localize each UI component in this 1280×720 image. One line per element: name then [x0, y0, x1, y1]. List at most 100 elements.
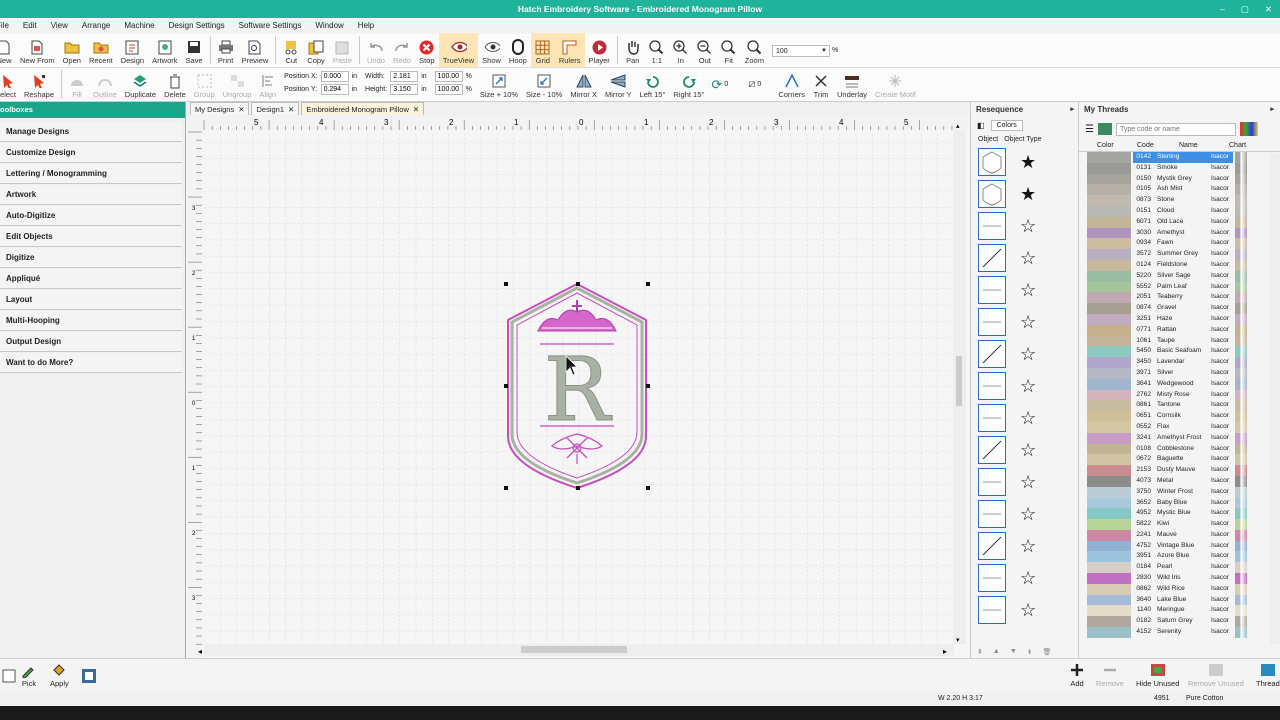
- size-minus-button[interactable]: Size - 10%: [522, 67, 566, 101]
- underlay-button[interactable]: Underlay: [833, 67, 871, 101]
- zoom-level-combo[interactable]: 100 ▼: [771, 44, 830, 57]
- hoop-button[interactable]: Hoop: [505, 33, 531, 67]
- menu-machine[interactable]: Machine: [124, 18, 154, 34]
- create-motif-button[interactable]: Create Motif: [871, 67, 920, 101]
- outline-button[interactable]: Outline: [89, 67, 121, 101]
- thread-row[interactable]: 0934 Fawn Isacor: [1079, 238, 1280, 250]
- tab-embroidered-monogram-pillow[interactable]: Embroidered Monogram Pillow ✕: [301, 102, 425, 115]
- toolbox-manage-designs[interactable]: Manage Designs: [0, 122, 182, 142]
- resequence-tool-icon[interactable]: ◧: [977, 121, 985, 130]
- thread-row[interactable]: 0552 Flax Isacor: [1079, 421, 1280, 433]
- show-button[interactable]: Show: [478, 33, 505, 67]
- thread-row[interactable]: 0108 Cobblestone Isacor: [1079, 443, 1280, 455]
- thread-row[interactable]: 5220 Silver Sage Isacor: [1079, 270, 1280, 282]
- column-code[interactable]: Code: [1131, 140, 1179, 151]
- zoom-in-button[interactable]: In: [669, 33, 693, 67]
- zoom-button[interactable]: Zoom: [741, 33, 768, 67]
- thread-row[interactable]: 2153 Dusty Mauve Isacor: [1079, 465, 1280, 476]
- add-thread-button[interactable]: Add: [1068, 661, 1086, 688]
- scroll-up-icon[interactable]: ▴: [956, 123, 960, 130]
- move-first-icon[interactable]: ⇞: [977, 648, 983, 656]
- redo-button[interactable]: Redo: [389, 33, 415, 67]
- menu-edit[interactable]: Edit: [23, 18, 37, 34]
- toolbox-customize-design[interactable]: Customize Design: [0, 143, 182, 163]
- thread-row[interactable]: 2241 Mauve Isacor: [1079, 529, 1280, 541]
- select-button[interactable]: elect: [0, 67, 20, 101]
- undo-button[interactable]: Undo: [363, 33, 389, 67]
- thread-row[interactable]: 6071 Old Lace Isacor: [1079, 216, 1280, 228]
- grid-button[interactable]: Grid: [530, 33, 555, 67]
- thread-row[interactable]: 5552 Palm Leaf Isacor: [1079, 281, 1280, 293]
- close-tab-icon[interactable]: ✕: [288, 103, 294, 115]
- close-tab-icon[interactable]: ✕: [238, 103, 244, 115]
- ungroup-button[interactable]: Ungroup: [219, 67, 256, 101]
- close-button[interactable]: ✕: [1265, 0, 1272, 18]
- thread-row[interactable]: 0651 Cornsilk Isacor: [1079, 411, 1280, 422]
- stitch-view-toggle[interactable]: [0, 667, 18, 685]
- thread-row[interactable]: 0874 Gravel Isacor: [1079, 303, 1280, 314]
- thread-row[interactable]: 3951 Azure Blue Isacor: [1079, 551, 1280, 563]
- position-y-input[interactable]: [320, 83, 349, 95]
- preview-button[interactable]: Preview: [238, 33, 273, 67]
- resequence-item[interactable]: ☆: [978, 338, 1078, 370]
- thread-row[interactable]: 2051 Teaberry Isacor: [1079, 292, 1280, 304]
- new-button[interactable]: New: [0, 33, 16, 67]
- thread-row[interactable]: 0150 Mystik Grey Isacor: [1079, 173, 1280, 185]
- menu-design-settings[interactable]: Design Settings: [169, 18, 225, 34]
- reshape-button[interactable]: Reshape: [20, 67, 58, 101]
- thread-row[interactable]: 0771 Rattan Isacor: [1079, 324, 1280, 336]
- list-view-icon[interactable]: ☰: [1085, 124, 1094, 135]
- thread-row[interactable]: 0861 Tantone Isacor: [1079, 400, 1280, 412]
- vertical-scroll-thumb[interactable]: [956, 356, 962, 406]
- toolbox-applique[interactable]: Appliqué: [0, 269, 182, 289]
- new-from-button[interactable]: New From: [16, 33, 59, 67]
- recent-button[interactable]: Recent: [85, 33, 117, 67]
- width-input[interactable]: [390, 70, 419, 82]
- thread-row[interactable]: 4752 Vintage Blue Isacor: [1079, 540, 1280, 552]
- move-last-icon[interactable]: ⇟: [1027, 648, 1033, 656]
- size-plus-button[interactable]: Size + 10%: [476, 67, 522, 101]
- hide-unused-button[interactable]: Hide Unused: [1136, 661, 1179, 688]
- stop-button[interactable]: Stop: [415, 33, 439, 67]
- thread-row[interactable]: 1061 Taupe Isacor: [1079, 335, 1280, 347]
- position-x-input[interactable]: [320, 70, 349, 82]
- column-object-type[interactable]: Object Type: [1004, 136, 1041, 143]
- menu-window[interactable]: Window: [315, 18, 343, 34]
- scale-height-input[interactable]: [434, 83, 463, 95]
- trueview-button[interactable]: TrueView: [438, 33, 479, 67]
- align-button[interactable]: Align: [255, 67, 280, 101]
- thread-row[interactable]: 0142 Sterling Isacor: [1079, 152, 1280, 163]
- player-button[interactable]: Player: [585, 33, 614, 67]
- slant-angle-control[interactable]: ⧄ 0: [748, 78, 771, 91]
- thread-row[interactable]: 3971 Silver Isacor: [1079, 367, 1280, 379]
- toolbox-layout[interactable]: Layout: [0, 290, 182, 310]
- thread-row[interactable]: 0184 Pearl Isacor: [1079, 562, 1280, 574]
- artwork-button[interactable]: Artwork: [148, 33, 181, 67]
- resequence-item[interactable]: ☆: [978, 210, 1078, 242]
- zoom-out-button[interactable]: Out: [693, 33, 717, 67]
- thread-row[interactable]: 3251 Haze Isacor: [1079, 313, 1280, 325]
- rotate-left-button[interactable]: Left 15°: [636, 67, 670, 101]
- thread-row[interactable]: 3641 Wedgewood Isacor: [1079, 378, 1280, 390]
- corners-button[interactable]: Corners: [774, 67, 809, 101]
- duplicate-button[interactable]: Duplicate: [121, 67, 160, 101]
- thread-palette-icon[interactable]: [1239, 122, 1258, 136]
- remove-unused-button[interactable]: Remove Unused: [1188, 661, 1244, 688]
- cut-button[interactable]: Cut: [279, 33, 303, 67]
- panel-expand-icon[interactable]: ▸: [1070, 102, 1074, 118]
- thread-row[interactable]: 2762 Misty Rose Isacor: [1079, 389, 1280, 401]
- toolbox-want-more[interactable]: Want to do More?: [0, 353, 182, 373]
- thread-row[interactable]: 0151 Cloud Isacor: [1079, 205, 1280, 217]
- thread-row[interactable]: 3030 Amethyst Isacor: [1079, 227, 1280, 239]
- menu-file[interactable]: File: [0, 18, 9, 34]
- thread-row[interactable]: 5450 Basic Seafoam Isacor: [1079, 346, 1280, 358]
- toolbox-auto-digitize[interactable]: Auto-Digitize: [0, 206, 182, 226]
- tab-my-designs[interactable]: My Designs ✕: [190, 102, 250, 115]
- delete-button[interactable]: Delete: [160, 67, 190, 101]
- tab-design1[interactable]: Design1 ✕: [251, 102, 300, 115]
- thread-row[interactable]: 1140 Meringue Isacor: [1079, 605, 1280, 617]
- resequence-item[interactable]: ☆: [978, 498, 1078, 530]
- group-button[interactable]: Group: [190, 67, 219, 101]
- scroll-left-icon[interactable]: ◂: [198, 647, 202, 656]
- menu-software-settings[interactable]: Software Settings: [239, 18, 302, 34]
